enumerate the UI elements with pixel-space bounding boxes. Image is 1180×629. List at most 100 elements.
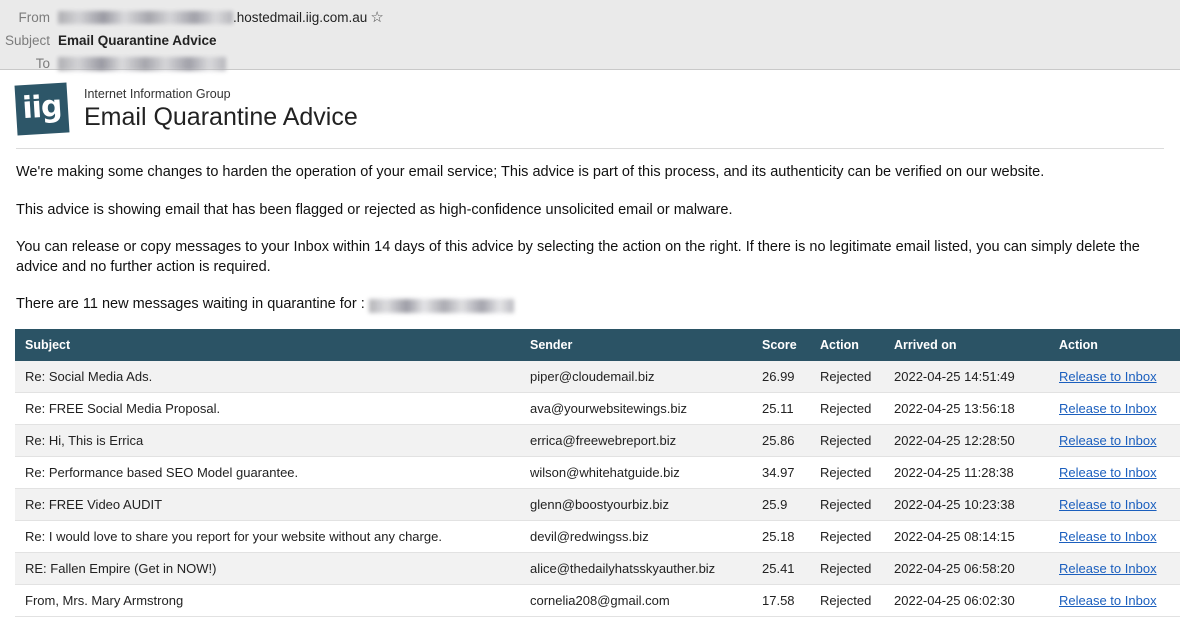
cell-release-action[interactable]: Release to Inbox xyxy=(1049,552,1180,584)
cell-action: Rejected xyxy=(820,528,872,544)
cell-release-action[interactable]: Release to Inbox xyxy=(1049,584,1180,616)
cell-score: 26.99 xyxy=(762,368,795,384)
cell-sender: errica@freewebreport.biz xyxy=(530,432,677,448)
cell-action: Rejected xyxy=(820,400,872,416)
mail-message-header: From .hostedmail.iig.com.au ☆ Subject Em… xyxy=(0,0,1180,71)
brand-header: iig Internet Information Group Email Qua… xyxy=(8,70,1172,144)
table-row: Re: Social Media Ads. piper@cloudemail.bi… xyxy=(15,360,1180,393)
release-to-inbox-link[interactable]: Release to Inbox xyxy=(1059,529,1157,544)
from-label: From xyxy=(18,10,51,25)
column-header-action-links[interactable]: Action xyxy=(1049,328,1180,361)
cell-score: 25.9 xyxy=(762,496,788,512)
release-to-inbox-link[interactable]: Release to Inbox xyxy=(1059,561,1157,576)
cell-arrived-on: 2022-04-25 13:56:18 xyxy=(894,400,1015,416)
cell-release-action[interactable]: Release to Inbox xyxy=(1049,361,1180,393)
table-row: Re: Hi, This is Errica errica@freewebrepo… xyxy=(15,424,1180,457)
release-to-inbox-link[interactable]: Release to Inbox xyxy=(1059,401,1157,416)
subject-label: Subject xyxy=(4,33,50,48)
column-header-score[interactable]: Score xyxy=(752,328,810,361)
cell-arrived-on: 2022-04-25 12:28:50 xyxy=(894,432,1015,448)
cell-subject: Re: Performance based SEO Model guarante… xyxy=(25,464,299,480)
cell-score: 17.58 xyxy=(762,592,795,608)
cell-action: Rejected xyxy=(820,592,872,608)
cell-release-action[interactable]: Release to Inbox xyxy=(1049,456,1180,488)
column-header-subject[interactable]: Subject xyxy=(15,328,520,361)
recipient-address-redacted xyxy=(368,299,514,314)
table-header-row: Subject Sender Score Action Arrived on A… xyxy=(15,328,1180,361)
cell-arrived-on: 2022-04-25 14:51:49 xyxy=(894,368,1015,384)
release-to-inbox-link[interactable]: Release to Inbox xyxy=(1059,433,1157,448)
cell-arrived-on: 2022-04-25 10:23:38 xyxy=(894,496,1015,512)
cell-subject: Re: Social Media Ads. xyxy=(25,368,153,384)
cell-sender: ava@yourwebsitewings.biz xyxy=(530,400,687,416)
cell-arrived-on: 2022-04-25 06:58:20 xyxy=(894,560,1015,576)
page-title: Email Quarantine Advice xyxy=(84,103,358,132)
paragraph-intro: We're making some changes to harden the … xyxy=(16,164,1045,180)
subject-value: Email Quarantine Advice xyxy=(58,33,217,48)
cell-action: Rejected xyxy=(820,496,872,512)
star-outline-icon[interactable]: ☆ xyxy=(370,10,383,25)
cell-sender: cornelia208@gmail.com xyxy=(530,592,670,608)
table-head: Subject Sender Score Action Arrived on A… xyxy=(15,328,1180,361)
cell-sender: glenn@boostyourbiz.biz xyxy=(530,496,669,512)
cell-release-action[interactable]: Release to Inbox xyxy=(1049,488,1180,520)
column-header-sender[interactable]: Sender xyxy=(520,328,752,361)
quarantine-count-text: There are 11 new messages waiting in qua… xyxy=(16,296,369,313)
release-to-inbox-link[interactable]: Release to Inbox xyxy=(1059,369,1157,384)
organization-name: Internet Information Group xyxy=(84,87,231,101)
cell-score: 25.41 xyxy=(762,560,795,576)
header-row-subject: Subject Email Quarantine Advice xyxy=(0,29,1180,52)
table-row: RE: Fallen Empire (Get in NOW!) alice@the… xyxy=(15,552,1180,585)
iig-logo-icon: iig xyxy=(14,82,70,136)
column-header-action[interactable]: Action xyxy=(810,328,884,361)
paragraph-quarantine-count: There are 11 new messages waiting in qua… xyxy=(16,295,1162,315)
from-address-redacted xyxy=(58,11,233,24)
cell-sender: wilson@whitehatguide.biz xyxy=(530,464,680,480)
cell-subject: From, Mrs. Mary Armstrong xyxy=(25,592,184,608)
cell-arrived-on: 2022-04-25 06:02:30 xyxy=(894,592,1015,608)
brand-text-block: Internet Information Group Email Quarant… xyxy=(84,86,358,132)
cell-score: 25.11 xyxy=(762,400,794,416)
paragraph-instructions: You can release or copy messages to your… xyxy=(16,239,1140,275)
to-label: To xyxy=(35,56,50,71)
cell-action: Rejected xyxy=(820,432,872,448)
table-row: From, Mrs. Mary Armstrong cornelia208@gma… xyxy=(15,584,1180,617)
cell-release-action[interactable]: Release to Inbox xyxy=(1049,392,1180,424)
cell-sender: piper@cloudemail.biz xyxy=(530,368,655,384)
release-to-inbox-link[interactable]: Release to Inbox xyxy=(1059,465,1157,480)
cell-sender: devil@redwingss.biz xyxy=(530,528,649,544)
quarantine-table: Subject Sender Score Action Arrived on A… xyxy=(15,328,1180,617)
cell-subject: Re: Hi, This is Errica xyxy=(25,432,144,448)
from-value: .hostedmail.iig.com.au ☆ xyxy=(58,10,384,25)
table-row: Re: FREE Video AUDIT glenn@boostyourbiz.b… xyxy=(15,488,1180,521)
cell-action: Rejected xyxy=(820,560,872,576)
cell-score: 34.97 xyxy=(762,464,795,480)
release-to-inbox-link[interactable]: Release to Inbox xyxy=(1059,497,1157,512)
cell-release-action[interactable]: Release to Inbox xyxy=(1049,424,1180,456)
table-row: Re: Performance based SEO Model guarante… xyxy=(15,456,1180,489)
cell-score: 25.86 xyxy=(762,432,795,448)
cell-sender: alice@thedailyhatsskyauther.biz xyxy=(530,560,716,576)
email-body: iig Internet Information Group Email Qua… xyxy=(0,70,1180,617)
cell-subject: RE: Fallen Empire (Get in NOW!) xyxy=(25,560,217,576)
table-body: Re: Social Media Ads. piper@cloudemail.bi… xyxy=(15,360,1180,617)
column-header-arrived-on[interactable]: Arrived on xyxy=(884,328,1049,361)
logo-text: iig xyxy=(21,88,63,127)
paragraph-scope: This advice is showing email that has be… xyxy=(16,201,733,218)
cell-arrived-on: 2022-04-25 08:14:15 xyxy=(894,528,1015,544)
cell-score: 25.18 xyxy=(762,528,795,544)
table-row: Re: FREE Social Media Proposal. ava@yourw… xyxy=(15,392,1180,425)
intro-paragraphs: We're making some changes to harden the … xyxy=(8,149,1172,315)
quarantine-table-wrapper: Subject Sender Score Action Arrived on A… xyxy=(8,328,1180,617)
from-domain: .hostedmail.iig.com.au xyxy=(233,10,368,25)
header-row-from: From .hostedmail.iig.com.au ☆ xyxy=(0,6,1180,29)
cell-subject: Re: FREE Video AUDIT xyxy=(25,496,163,512)
cell-release-action[interactable]: Release to Inbox xyxy=(1049,520,1180,552)
release-to-inbox-link[interactable]: Release to Inbox xyxy=(1059,593,1157,608)
to-address-redacted xyxy=(58,56,226,71)
table-row: Re: I would love to share you report for… xyxy=(15,520,1180,553)
cell-action: Rejected xyxy=(820,368,872,384)
cell-subject: Re: FREE Social Media Proposal. xyxy=(25,400,221,416)
to-value xyxy=(58,56,226,71)
cell-arrived-on: 2022-04-25 11:28:38 xyxy=(894,464,1014,480)
